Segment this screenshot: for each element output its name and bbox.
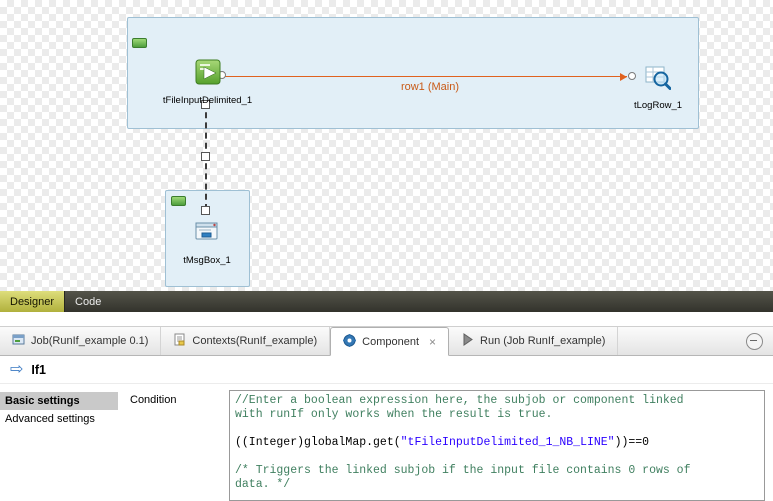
design-canvas[interactable]: row1 (Main) tFileInputDelimited_1 [0,0,773,291]
sidebar-item-basic-settings[interactable]: Basic settings [0,392,118,410]
contexts-tab-icon [173,333,186,349]
editor-tab-strip: Designer Code [0,291,773,312]
row1-connection-line[interactable] [225,76,627,77]
code-comment-bottom: /* Triggers the linked subjob if the inp… [235,464,759,492]
tmsgbox-icon[interactable] [194,219,220,250]
talend-window: row1 (Main) tFileInputDelimited_1 [0,0,773,501]
component-settings-panel: Basic settings Advanced settings Conditi… [0,384,773,501]
tlogrow-icon[interactable] [645,64,671,95]
code-expression-pre: ((Integer)globalMap.get( [235,436,401,449]
close-icon[interactable]: × [429,335,436,349]
tab-contexts[interactable]: Contexts(RunIf_example) [161,327,330,355]
subjob-collapse-marker[interactable] [132,38,147,48]
condition-expression-editor[interactable]: //Enter a boolean expression here, the s… [229,390,765,501]
code-expression-line: ((Integer)globalMap.get("tFileInputDelim… [235,436,759,450]
component-tmsgbox[interactable]: tMsgBox_1 [162,219,252,266]
row1-connection-label[interactable]: row1 (Main) [330,81,530,93]
runif-link-node-icon[interactable] [201,152,210,161]
view-tab-bar: Job(RunIf_example 0.1) Contexts(RunIf_ex… [0,326,773,356]
tab-run-label: Run (Job RunIf_example) [480,335,605,347]
tab-job-label: Job(RunIf_example 0.1) [31,335,148,347]
panel-divider [0,312,773,326]
tab-component-label: Component [362,336,419,348]
tab-code[interactable]: Code [65,291,111,312]
component-label[interactable]: tMsgBox_1 [162,255,252,266]
component-tfileinputdelimited[interactable]: tFileInputDelimited_1 [150,59,265,106]
component-panel-header: ⇨ If1 [0,357,773,384]
tab-component[interactable]: Component × [330,327,449,356]
condition-label: Condition [130,394,176,406]
component-title: If1 [31,363,46,377]
run-tab-icon [461,333,474,349]
code-comment-top: //Enter a boolean expression here, the s… [235,394,759,422]
code-string-literal: "tFileInputDelimited_1_NB_LINE" [401,436,615,449]
component-tab-icon [343,334,356,350]
tab-job[interactable]: Job(RunIf_example 0.1) [0,327,161,355]
code-expression-post: ))==0 [615,436,650,449]
tfileinputdelimited-icon[interactable] [195,59,221,90]
minimize-panel-icon[interactable] [746,333,763,350]
component-arrow-icon: ⇨ [10,362,23,378]
component-tlogrow[interactable]: tLogRow_1 [618,64,698,111]
job-tab-icon [12,333,25,349]
component-label[interactable]: tFileInputDelimited_1 [150,95,265,106]
component-label[interactable]: tLogRow_1 [618,100,698,111]
sidebar-item-advanced-settings[interactable]: Advanced settings [0,410,118,428]
tab-contexts-label: Contexts(RunIf_example) [192,335,317,347]
tab-run[interactable]: Run (Job RunIf_example) [449,327,618,355]
runif-link-node-icon[interactable] [201,206,210,215]
subjob-collapse-marker[interactable] [171,196,186,206]
tab-designer[interactable]: Designer [0,291,65,312]
